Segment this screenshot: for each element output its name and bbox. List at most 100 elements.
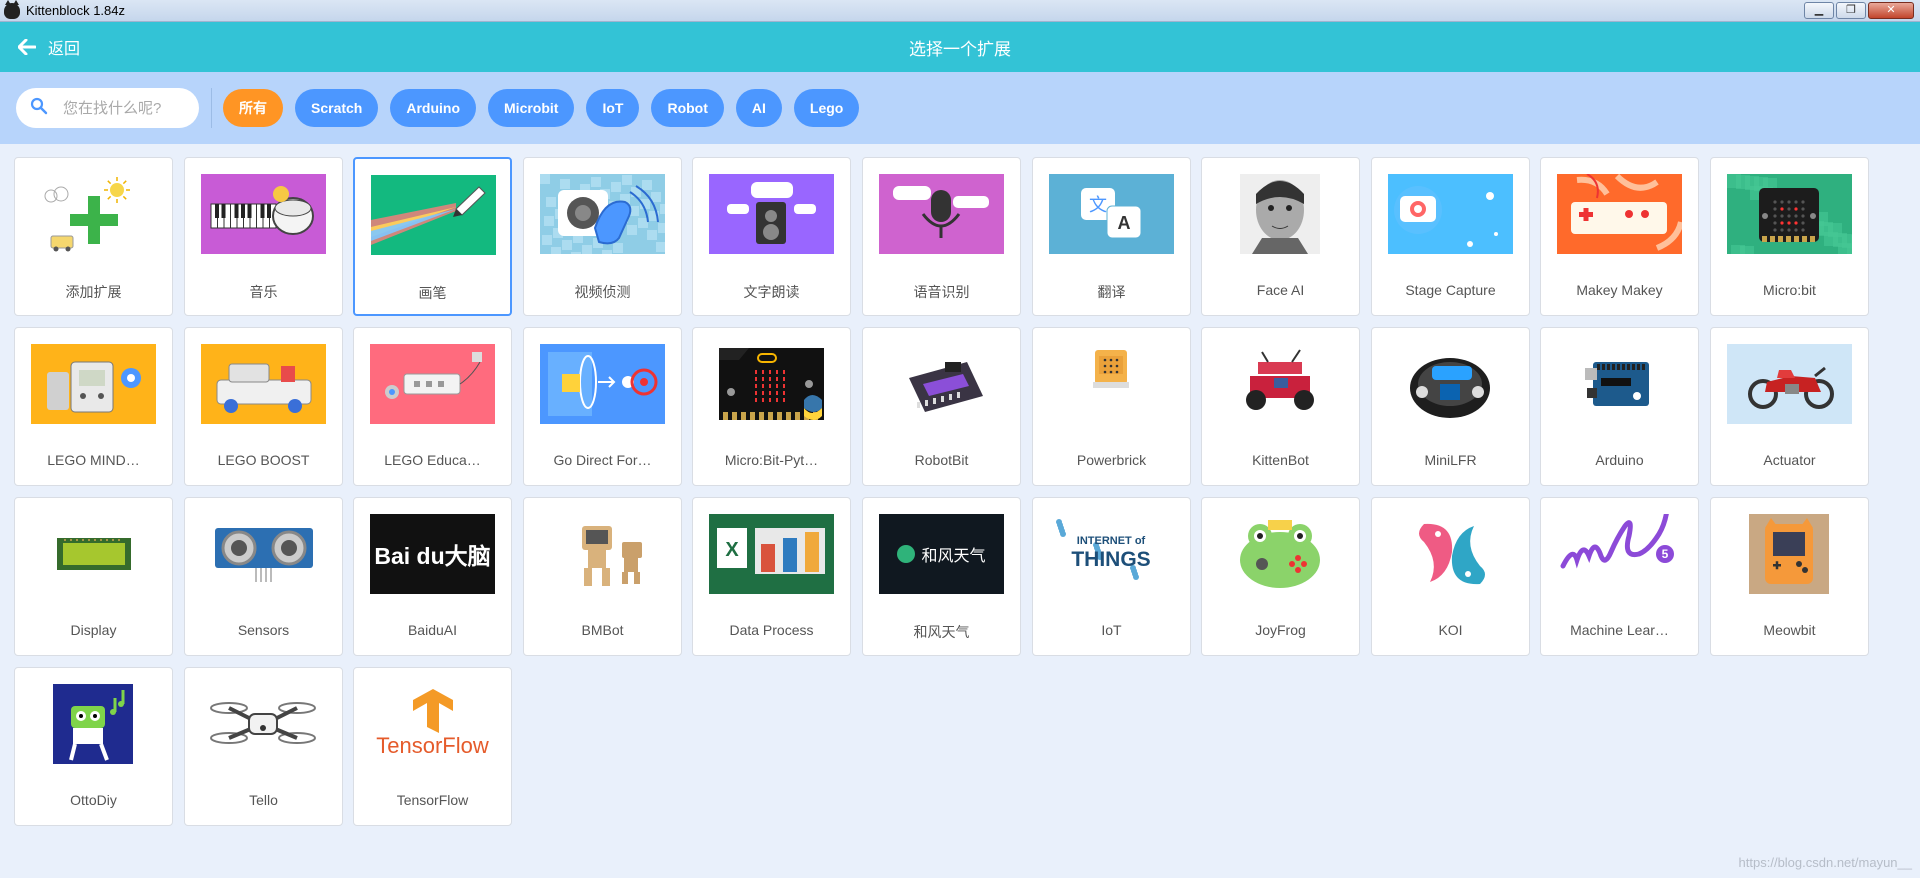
svg-text:A: A [1118,213,1131,233]
page-title: 选择一个扩展 [909,39,1011,59]
watermark: https://blog.csdn.net/mayun__ [1738,855,1912,870]
extension-name: Powerbrick [1076,452,1147,468]
extension-name: BaiduAI [407,622,458,638]
extension-name: Actuator [1763,452,1816,468]
extension-card[interactable]: Go Direct For… [523,327,682,486]
ultrasonic-sensor-icon [201,514,326,594]
minimize-button[interactable]: ▁ [1804,2,1834,19]
pen-rainbow-icon [371,175,496,255]
extension-card[interactable]: 画笔 [353,157,512,316]
svg-text:5: 5 [1662,547,1669,561]
tag-scratch[interactable]: Scratch [295,89,379,127]
extension-card[interactable]: MiniLFR [1371,327,1530,486]
extension-card[interactable]: 语音识别 [862,157,1021,316]
window-controls: ▁ ❐ ✕ [1804,2,1914,19]
extension-card[interactable]: LEGO BOOST [184,327,343,486]
extension-card[interactable]: 5 Machine Lear… [1540,497,1699,656]
extension-card[interactable]: 文字朗读 [692,157,851,316]
extension-name: 添加扩展 [65,284,122,300]
meowbit-icon [1727,514,1852,594]
camera-icon [1388,174,1513,254]
drone-icon [201,684,326,764]
extension-card[interactable]: Actuator [1710,327,1869,486]
extension-name: BMBot [581,622,624,638]
extension-name: IoT [1101,622,1122,638]
extension-card[interactable]: 视频侦测 [523,157,682,316]
extension-card[interactable]: BMBot [523,497,682,656]
extension-card[interactable]: RobotBit [862,327,1021,486]
lego-education-icon [370,344,495,424]
extension-card[interactable]: KOI [1371,497,1530,656]
extension-card[interactable]: Face AI [1201,157,1360,316]
extension-name: Data Process [729,622,814,638]
extension-card[interactable]: Tello [184,667,343,826]
tag-microbit[interactable]: Microbit [488,89,575,127]
extension-card[interactable]: Stage Capture [1371,157,1530,316]
motorcycle-icon [1727,344,1852,424]
makey-makey-icon [1557,174,1682,254]
extension-card[interactable]: KittenBot [1201,327,1360,486]
extension-name: 翻译 [1097,284,1126,300]
internet-of-things-icon: INTERNET of THINGS [1049,514,1174,594]
arduino-board-icon [1557,344,1682,424]
tag-arduino[interactable]: Arduino [390,89,477,127]
face-ai-icon [1218,174,1343,254]
powerbrick-icon [1049,344,1174,424]
extension-card[interactable]: 添加扩展 [14,157,173,316]
tag-all[interactable]: 所有 [223,89,283,127]
extension-name: Display [70,622,117,638]
extension-card[interactable]: Meowbit [1710,497,1869,656]
extension-card[interactable]: 和风天气 和风天气 [862,497,1021,656]
extension-name: Stage Capture [1405,282,1496,298]
extension-card[interactable]: Sensors [184,497,343,656]
search-box[interactable] [16,88,199,128]
extension-card[interactable]: 音乐 [184,157,343,316]
extension-card[interactable]: LEGO MIND… [14,327,173,486]
extension-card[interactable]: Micro:bit [1710,157,1869,316]
extension-name: Go Direct For… [553,452,652,468]
restore-button[interactable]: ❐ [1836,2,1866,19]
extension-name: 语音识别 [913,284,970,300]
extension-card[interactable]: Makey Makey [1540,157,1699,316]
extension-name: MiniLFR [1424,452,1477,468]
extension-name: RobotBit [914,452,969,468]
extension-name: Arduino [1595,452,1644,468]
search-input[interactable] [63,99,183,117]
extension-name: 画笔 [418,285,447,301]
lego-mindstorms-icon [31,344,156,424]
extension-card[interactable]: Powerbrick [1032,327,1191,486]
extension-name: LEGO MIND… [47,452,140,468]
svg-text:文: 文 [1089,195,1107,216]
tag-ai[interactable]: AI [735,89,782,127]
extension-card[interactable]: INTERNET of THINGS IoT [1032,497,1191,656]
microbit-icon [1727,174,1852,254]
extension-card[interactable]: TensorFlow TensorFlow [353,667,512,826]
extension-card[interactable]: Micro:Bit-Pyt… [692,327,851,486]
back-button[interactable]: 返回 [18,22,80,72]
extension-card[interactable]: JoyFrog [1201,497,1360,656]
search-icon [30,97,48,120]
microphone-icon [879,174,1004,254]
extension-card[interactable]: Display [14,497,173,656]
extension-card[interactable]: Arduino [1540,327,1699,486]
close-button[interactable]: ✕ [1868,2,1914,19]
extension-name: LEGO Educa… [384,452,481,468]
tag-robot[interactable]: Robot [651,89,724,127]
extension-name: OttoDiy [70,792,117,808]
tag-iot[interactable]: IoT [586,89,640,127]
logo-lettering: Bai du大脑 [374,543,491,569]
koi-fish-icon [1388,514,1513,594]
extension-card[interactable]: Bai du大脑 BaiduAI [353,497,512,656]
add-extension-icon [31,174,156,254]
extension-name: Micro:bit [1763,282,1816,298]
extension-card[interactable]: X Data Process [692,497,851,656]
extension-card[interactable]: LEGO Educa… [353,327,512,486]
extension-card[interactable]: OttoDiy [14,667,173,826]
extension-name: Makey Makey [1576,282,1663,298]
tag-lego[interactable]: Lego [793,89,860,127]
excel-icon: X [709,514,834,594]
frog-icon [1218,514,1343,594]
weather-logo-icon: 和风天气 [879,514,1004,594]
tensorflow-logo-icon: TensorFlow [370,684,495,764]
extension-card[interactable]: 文 A 翻译 [1032,157,1191,316]
